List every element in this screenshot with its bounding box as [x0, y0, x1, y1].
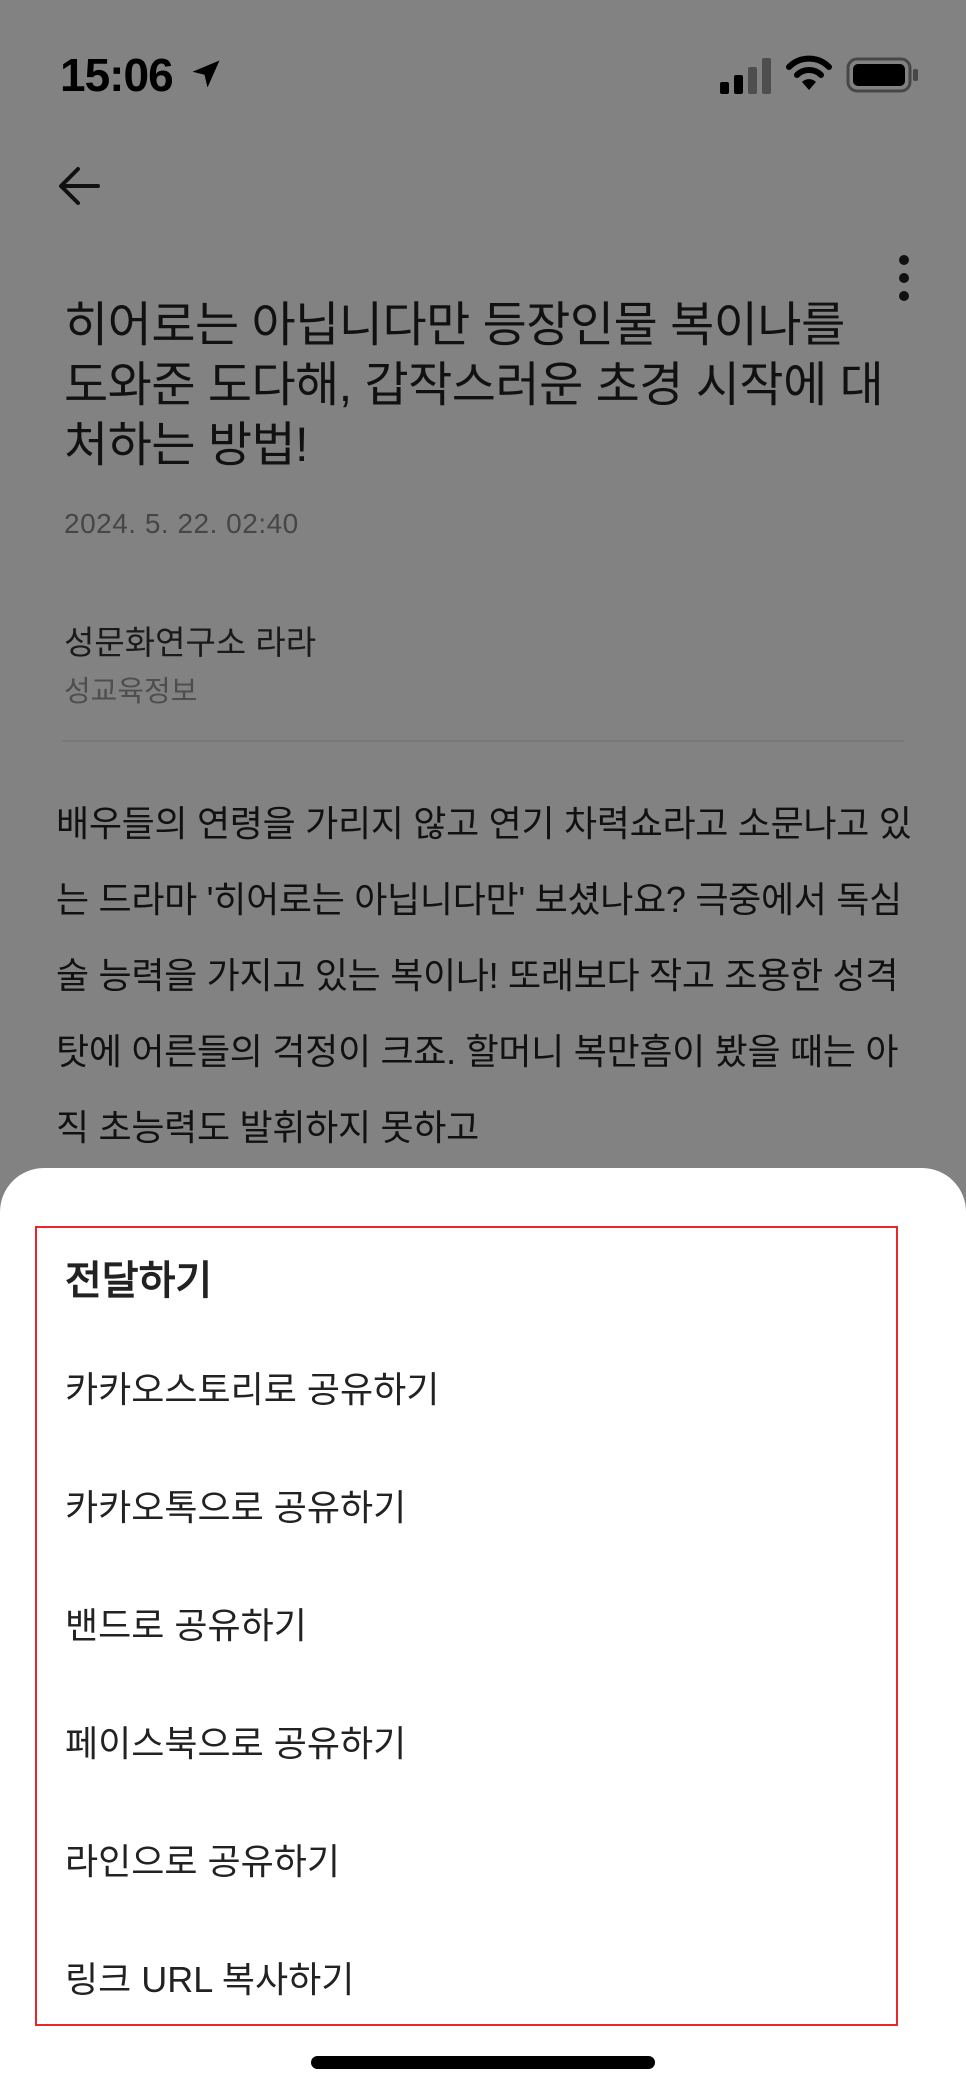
share-options-box: 전달하기 카카오스토리로 공유하기 카카오톡으로 공유하기 밴드로 공유하기 페… — [35, 1226, 898, 2026]
share-kakaostory-option[interactable]: 카카오스토리로 공유하기 — [37, 1328, 896, 1446]
home-indicator — [311, 2056, 655, 2069]
share-facebook-option[interactable]: 페이스북으로 공유하기 — [37, 1682, 896, 1800]
share-bottom-sheet: 전달하기 카카오스토리로 공유하기 카카오톡으로 공유하기 밴드로 공유하기 페… — [0, 1168, 966, 2092]
share-options-list: 카카오스토리로 공유하기 카카오톡으로 공유하기 밴드로 공유하기 페이스북으로… — [37, 1328, 896, 2036]
share-sheet-title: 전달하기 — [65, 1259, 213, 1303]
share-kakaotalk-option[interactable]: 카카오톡으로 공유하기 — [37, 1446, 896, 1564]
share-line-option[interactable]: 라인으로 공유하기 — [37, 1800, 896, 1918]
copy-link-url-option[interactable]: 링크 URL 복사하기 — [37, 1918, 896, 2036]
share-band-option[interactable]: 밴드로 공유하기 — [37, 1564, 896, 1682]
